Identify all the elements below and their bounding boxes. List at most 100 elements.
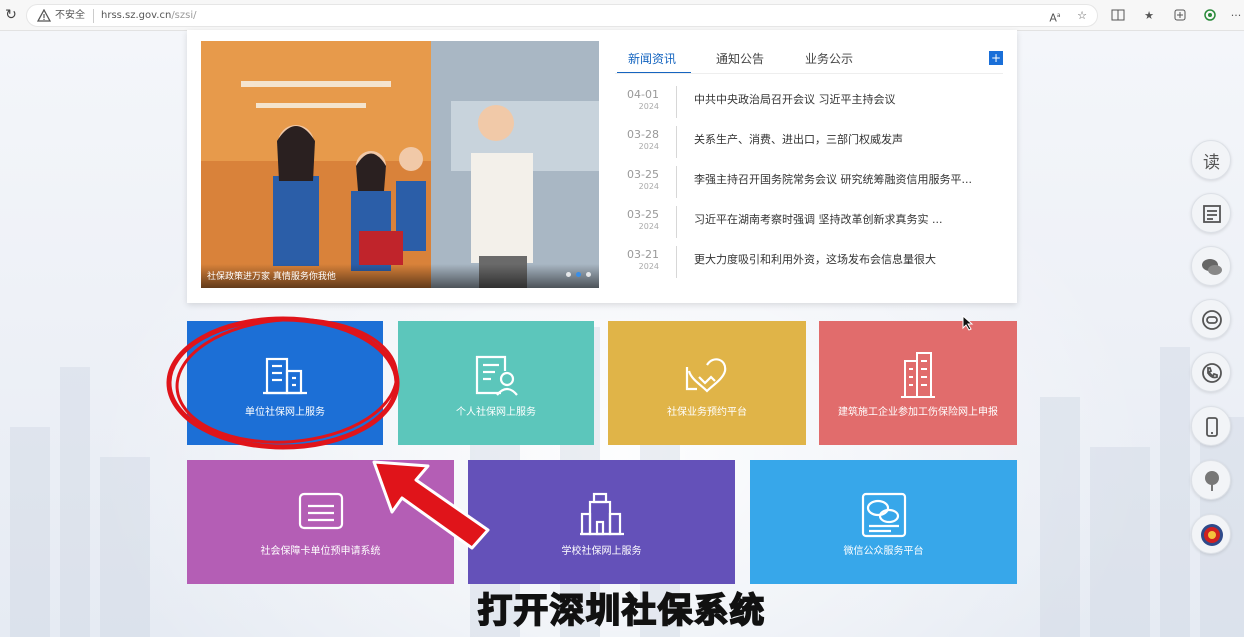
side-robot-service-button[interactable] (1191, 299, 1231, 339)
mobile-icon (1206, 417, 1218, 437)
news-item[interactable]: 03-28 2024 关系生产、消费、进出口，三部门权威发声 (615, 126, 1005, 160)
address-divider (93, 9, 94, 23)
svg-text:读: 读 (1203, 153, 1220, 172)
tile-wechat-service-platform[interactable]: 微信公众服务平台 (750, 460, 1017, 584)
tab-notices[interactable]: 通知公告 (716, 50, 764, 67)
news-date-year: 2024 (638, 262, 659, 271)
mouse-cursor-icon (962, 315, 974, 331)
news-date: 03-25 2024 (615, 208, 659, 233)
news-date: 03-21 2024 (615, 248, 659, 273)
news-divider (676, 166, 677, 198)
news-date-year: 2024 (638, 222, 659, 231)
tab-business-publicity[interactable]: 业务公示 (805, 50, 853, 67)
elder-mode-icon (1203, 205, 1221, 223)
side-party-emblem-button[interactable] (1191, 514, 1231, 554)
carousel-dot[interactable] (586, 272, 591, 277)
carousel-dot-active[interactable] (576, 272, 581, 277)
news-title[interactable]: 习近平在湖南考察时强调 坚持改革创新求真务实 ... (694, 211, 942, 227)
news-title[interactable]: 李强主持召开国务院常务会议 研究统筹融资信用服务平... (694, 171, 972, 187)
carousel-caption-bar: 社保政策进万家 真情服务你我他 (201, 264, 599, 288)
news-item[interactable]: 04-01 2024 中共中央政治局召开会议 习近平主持会议 (615, 86, 1005, 120)
reload-icon[interactable]: ↻ (2, 6, 20, 24)
collections-icon[interactable] (1172, 8, 1188, 24)
news-date-year: 2024 (638, 102, 659, 111)
favorite-star-icon[interactable]: ☆ (1074, 8, 1090, 24)
construction-icon (901, 352, 935, 398)
browser-toolbar: ↻ 不安全 hrss.sz.gov.cn/szsi/ Aa ☆ ★ ··· (0, 0, 1244, 31)
side-elder-mode-button[interactable] (1191, 193, 1231, 233)
red-pointer-arrow (372, 460, 490, 550)
side-wechat-button[interactable] (1191, 246, 1231, 286)
warning-icon (37, 9, 51, 22)
carousel-dot[interactable] (566, 272, 571, 277)
tile-employer-social-security[interactable]: 单位社保网上服务 (187, 321, 383, 445)
news-divider (676, 126, 677, 158)
party-emblem-icon (1201, 524, 1223, 546)
tile-label: 建筑施工企业参加工伤保险网上申报 (838, 407, 998, 418)
tile-label: 微信公众服务平台 (843, 546, 924, 557)
split-screen-icon[interactable] (1110, 8, 1126, 24)
wechat-icon (861, 492, 906, 538)
side-mobile-button[interactable] (1191, 406, 1231, 446)
news-date-day: 03-25 (627, 168, 659, 181)
side-tree-button[interactable] (1191, 460, 1231, 500)
person-card-icon (475, 355, 518, 396)
news-divider (676, 86, 677, 118)
side-phone-button[interactable] (1191, 352, 1231, 392)
tab-news[interactable]: 新闻资讯 (628, 50, 676, 67)
news-date-day: 03-28 (627, 128, 659, 141)
address-bar[interactable]: 不安全 hrss.sz.gov.cn/szsi/ (26, 4, 1098, 27)
carousel-dots (566, 272, 591, 277)
news-date-year: 2024 (638, 142, 659, 151)
news-date: 03-28 2024 (615, 128, 659, 153)
extension-icon[interactable] (1202, 8, 1218, 24)
news-divider (676, 246, 677, 278)
news-item[interactable]: 03-25 2024 李强主持召开国务院常务会议 研究统筹融资信用服务平... (615, 166, 1005, 200)
carousel[interactable]: 社保政策进万家 真情服务你我他 (201, 41, 599, 288)
read-aloud-icon[interactable]: Aa (1047, 8, 1063, 25)
tile-construction-injury-insurance[interactable]: 建筑施工企业参加工伤保险网上申报 (819, 321, 1017, 445)
handshake-icon (685, 358, 727, 393)
url-text: hrss.sz.gov.cn/szsi/ (101, 9, 197, 23)
tile-label: 社保业务预约平台 (667, 407, 747, 418)
more-menu-icon[interactable]: ··· (1228, 8, 1244, 24)
news-date: 03-25 2024 (615, 168, 659, 193)
news-title[interactable]: 更大力度吸引和利用外资，这场发布会信息量很大 (694, 251, 936, 267)
carousel-caption: 社保政策进万家 真情服务你我他 (207, 272, 336, 282)
tree-icon (1205, 471, 1219, 491)
url-path: /szsi/ (171, 10, 197, 21)
news-date-year: 2024 (638, 182, 659, 191)
school-icon (579, 492, 624, 536)
news-title[interactable]: 中共中央政治局召开会议 习近平主持会议 (694, 91, 896, 107)
news-item[interactable]: 03-25 2024 习近平在湖南考察时强调 坚持改革创新求真务实 ... (615, 206, 1005, 240)
tile-label: 个人社保网上服务 (456, 407, 536, 418)
news-date-day: 03-25 (627, 208, 659, 221)
news-card: 社保政策进万家 真情服务你我他 新闻资讯 通知公告 业务公示 + 04-01 20… (187, 30, 1017, 303)
more-news-button[interactable]: + (989, 51, 1003, 65)
tabs-divider (615, 73, 1003, 74)
tile-personal-social-security[interactable]: 个人社保网上服务 (398, 321, 594, 445)
tile-label: 学校社保网上服务 (561, 546, 642, 557)
tile-school-social-security[interactable]: 学校社保网上服务 (468, 460, 735, 584)
url-host: hrss.sz.gov.cn (101, 10, 172, 21)
accessibility-icon: 读 (1203, 153, 1220, 172)
side-accessibility-button[interactable]: 读 (1191, 140, 1231, 180)
news-divider (676, 206, 677, 238)
robot-service-icon (1202, 310, 1222, 330)
favorites-list-icon[interactable]: ★ (1141, 8, 1157, 24)
building-icon (263, 357, 307, 395)
wechat-icon (1202, 259, 1222, 275)
news-date-day: 04-01 (627, 88, 659, 101)
news-item[interactable]: 03-21 2024 更大力度吸引和利用外资，这场发布会信息量很大 (615, 246, 1005, 280)
tile-label: 单位社保网上服务 (245, 407, 325, 418)
card-icon (298, 492, 343, 530)
news-date-day: 03-21 (627, 248, 659, 261)
news-tabs: 新闻资讯 通知公告 业务公示 (615, 44, 1005, 74)
news-date: 04-01 2024 (615, 88, 659, 113)
carousel-photo (201, 41, 599, 288)
video-subtitle: 打开深圳社保系统 (477, 590, 766, 632)
security-label: 不安全 (55, 10, 85, 21)
phone-icon (1202, 363, 1222, 383)
news-title[interactable]: 关系生产、消费、进出口，三部门权威发声 (694, 131, 903, 147)
tile-appointment-platform[interactable]: 社保业务预约平台 (608, 321, 806, 445)
